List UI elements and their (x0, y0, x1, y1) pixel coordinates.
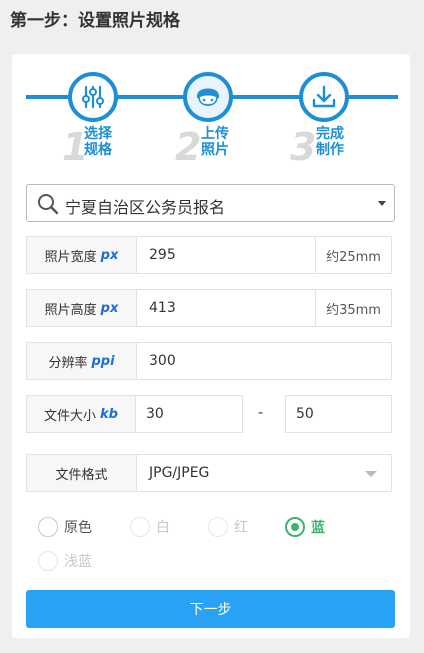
next-step-button[interactable]: 下一步 (26, 590, 395, 628)
bg-option-label: 白 (156, 520, 170, 536)
bg-option-label: 浅蓝 (64, 554, 92, 570)
photo-height-row: 照片高度 px 413 约35mm (26, 289, 392, 327)
radio-circle (208, 517, 228, 537)
file-size-label-cell: 文件大小 kb (26, 395, 136, 433)
sliders-icon (82, 85, 104, 109)
download-icon (312, 85, 336, 108)
radio-circle (38, 551, 58, 571)
step-1-circle (68, 72, 118, 122)
photo-width-input[interactable]: 295 (149, 247, 176, 263)
bg-option-original[interactable]: 原色 (38, 517, 92, 537)
caret-down-icon (378, 201, 386, 206)
bg-option-blue[interactable]: 蓝 (285, 517, 325, 537)
file-size-unit: kb (100, 406, 118, 422)
page-title: 第一步：设置照片规格 (10, 11, 180, 31)
step-3-label: 完成 制作 (316, 126, 352, 158)
bg-option-label: 原色 (64, 520, 92, 536)
step-3-circle (299, 72, 349, 122)
radio-circle (285, 517, 305, 537)
file-format-value: JPG/JPEG (149, 465, 210, 481)
step-2-label: 上传 照片 (201, 126, 237, 158)
step-3-label-line1: 完成 (316, 126, 344, 142)
radio-circle (38, 517, 58, 537)
file-size-label: 文件大小 (44, 408, 97, 424)
step-1-label-line1: 选择 (84, 126, 112, 142)
file-size-row: 文件大小 kb 30 - 50 (26, 395, 392, 433)
step-3-number: 3 (290, 125, 317, 169)
person-face-icon (197, 88, 219, 106)
photo-height-input[interactable]: 413 (149, 300, 176, 316)
search-icon (38, 194, 59, 215)
photo-width-unit: px (100, 247, 119, 263)
resolution-unit: ppi (91, 353, 115, 369)
photo-width-label: 照片宽度 (44, 249, 97, 265)
caret-down-icon (365, 471, 377, 477)
step-1-label: 选择 规格 (84, 126, 120, 158)
settings-card: 1 选择 规格 2 上传 照片 3 完成 制作 宁夏自治区公务员报名 照片宽度 … (12, 54, 410, 638)
progress-steps: 1 选择 规格 2 上传 照片 3 完成 制作 (12, 54, 410, 184)
resolution-label-cell: 分辨率 ppi (27, 343, 137, 379)
radio-circle (130, 517, 150, 537)
resolution-row: 分辨率 ppi 300 (26, 342, 392, 380)
bg-option-red[interactable]: 红 (208, 517, 248, 537)
photo-width-mm: 约25mm (315, 237, 391, 273)
file-size-min-input[interactable]: 30 (136, 395, 243, 433)
file-size-max-input[interactable]: 50 (285, 395, 392, 433)
bg-option-label: 红 (234, 520, 248, 536)
step-3-label-line2: 制作 (316, 142, 344, 158)
bg-option-label: 蓝 (311, 520, 325, 536)
file-format-label: 文件格式 (27, 455, 137, 491)
photo-height-label: 照片高度 (44, 302, 97, 318)
photo-width-row: 照片宽度 px 295 约25mm (26, 236, 392, 274)
bg-option-white[interactable]: 白 (130, 517, 170, 537)
file-format-select[interactable]: 文件格式 JPG/JPEG (26, 454, 392, 492)
step-2-label-line1: 上传 (201, 126, 229, 142)
bg-option-light-blue[interactable]: 浅蓝 (38, 551, 92, 571)
step-2-number: 2 (175, 125, 202, 169)
resolution-input[interactable]: 300 (149, 353, 176, 369)
step-1-label-line2: 规格 (84, 142, 112, 158)
file-size-separator: - (258, 405, 264, 421)
photo-width-label-cell: 照片宽度 px (27, 237, 137, 273)
resolution-label: 分辨率 (48, 355, 88, 371)
step-2-circle (183, 72, 233, 122)
step-2-label-line2: 照片 (201, 142, 229, 158)
photo-height-unit: px (100, 300, 119, 316)
photo-height-label-cell: 照片高度 px (27, 290, 137, 326)
spec-select-value: 宁夏自治区公务员报名 (65, 198, 226, 217)
spec-select[interactable]: 宁夏自治区公务员报名 (26, 184, 395, 222)
photo-height-mm: 约35mm (315, 290, 391, 326)
